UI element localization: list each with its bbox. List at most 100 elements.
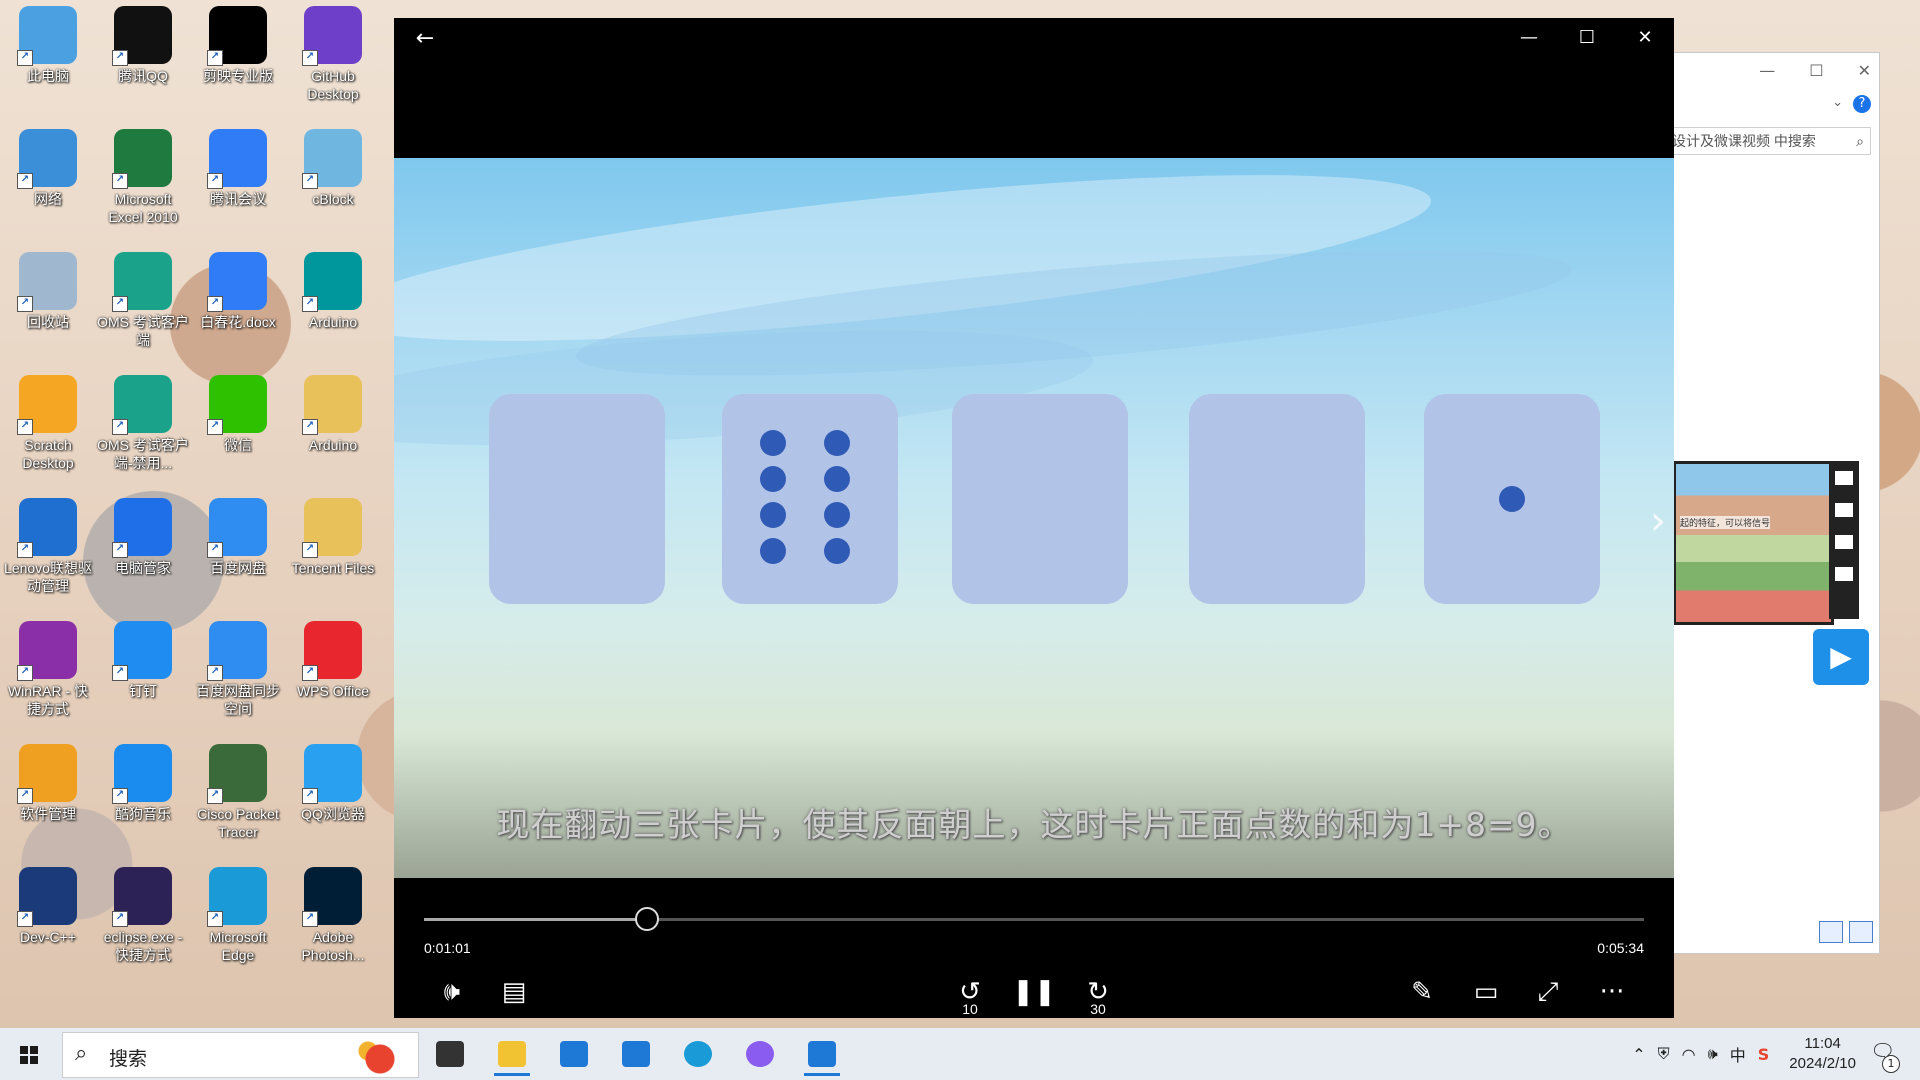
explorer-search-input[interactable]: 设计及微课视频 中搜索 ⌕	[1665, 127, 1871, 155]
wifi-icon[interactable]: ◠	[1682, 1045, 1696, 1064]
taskbar-edge-icon[interactable]	[674, 1032, 722, 1076]
explorer-close-button[interactable]: ✕	[1858, 61, 1871, 80]
desktop-icon[interactable]: ↗ 百度网盘同步空间	[192, 617, 284, 718]
excel-icon: ↗	[112, 129, 172, 189]
captions-icon[interactable]: ▤	[492, 970, 536, 1014]
clock-time: 11:04	[1804, 1035, 1841, 1052]
taskbar-mail-icon[interactable]	[612, 1032, 660, 1076]
desktop-icon[interactable]: ↗ Tencent Files	[287, 494, 379, 577]
clock[interactable]: 11:04 2024/2/10	[1789, 1034, 1856, 1074]
desktop-icon[interactable]: ↗ WinRAR - 快捷方式	[2, 617, 94, 718]
desktop-icon[interactable]: ↗ 软件管理	[2, 740, 94, 823]
skip-forward-button[interactable]: ↻ 30	[1076, 970, 1120, 1016]
desktop-icon[interactable]: ↗ OMS 考试客户端-禁用...	[97, 371, 189, 472]
taskbar-task-view-icon[interactable]	[426, 1032, 474, 1076]
volume-icon[interactable]: 🕪	[430, 970, 474, 1014]
desktop-icon[interactable]: ↗ cBlock	[287, 125, 379, 208]
desktop-icon[interactable]: ↗ eclipse.exe - 快捷方式	[97, 863, 189, 964]
help-icon[interactable]: ?	[1853, 95, 1871, 113]
skip-back-button[interactable]: ↺ 10	[948, 970, 992, 1016]
desktop-icon[interactable]: ↗ Microsoft Edge	[192, 863, 284, 964]
desktop-icon[interactable]: ↗ 电脑管家	[97, 494, 189, 577]
desktop-icon[interactable]: ↗ 剪映专业版	[192, 2, 284, 85]
start-button[interactable]	[0, 1028, 58, 1080]
shortcut-arrow-icon: ↗	[207, 911, 223, 927]
desktop-icon[interactable]: ↗ Scratch Desktop	[2, 371, 94, 472]
taskbar-copilot-icon[interactable]	[736, 1032, 784, 1076]
close-button[interactable]: ✕	[1616, 18, 1674, 58]
security-icon[interactable]: ⛨	[1658, 1044, 1670, 1064]
desktop-icon[interactable]: ↗ 回收站	[2, 248, 94, 331]
explorer-maximize-button[interactable]: ☐	[1809, 61, 1823, 80]
network-icon: ↗	[17, 129, 77, 189]
shortcut-arrow-icon: ↗	[207, 788, 223, 804]
desktop-icon[interactable]: ↗ 腾讯QQ	[97, 2, 189, 85]
pause-icon[interactable]: ❚❚	[1012, 970, 1056, 1014]
desktop-icon[interactable]: ↗ 此电脑	[2, 2, 94, 85]
back-button[interactable]: ←	[410, 24, 440, 54]
notification-icon[interactable]: 🗨 1	[1870, 1039, 1900, 1073]
speaker-icon[interactable]: 🕪	[1708, 1044, 1718, 1064]
desktop-icon[interactable]: ↗ WPS Office	[287, 617, 379, 700]
desktop-icon-label: Dev-C++	[19, 929, 77, 945]
baidu-sync-icon: ↗	[207, 621, 267, 681]
maximize-button[interactable]: ☐	[1558, 18, 1616, 58]
desktop-icon[interactable]: ↗ Arduino	[287, 248, 379, 331]
video-frame[interactable]: 现在翻动三张卡片，使其反面朝上，这时卡片正面点数的和为1+8=9。 ›	[394, 158, 1674, 878]
ime-indicator[interactable]: 中	[1730, 1042, 1746, 1066]
chevron-down-icon[interactable]: ⌄	[1832, 95, 1843, 110]
desktop-icon[interactable]: ↗ Lenovo联想驱动管理	[2, 494, 94, 595]
dot-card	[952, 394, 1128, 604]
details-view-button[interactable]	[1819, 921, 1843, 943]
chevron-right-icon[interactable]: ›	[1650, 498, 1666, 544]
edge-icon: ↗	[207, 867, 267, 927]
wps-doc-icon: ↗	[207, 252, 267, 312]
desktop-icon[interactable]: ↗ Arduino	[287, 371, 379, 454]
desktop-icon[interactable]: ↗ Dev-C++	[2, 863, 94, 946]
shortcut-arrow-icon: ↗	[112, 419, 128, 435]
desktop-icon[interactable]: ↗ 钉钉	[97, 617, 189, 700]
minimize-button[interactable]: —	[1500, 18, 1558, 58]
taskbar-movies-tv-icon[interactable]	[798, 1032, 846, 1076]
search-icon: ⌕	[1856, 133, 1864, 149]
large-icons-view-button[interactable]	[1849, 921, 1873, 943]
desktop-icon[interactable]: ↗ Adobe Photosh...	[287, 863, 379, 964]
more-options-button[interactable]: ···	[1590, 970, 1634, 1014]
explorer-minimize-button[interactable]: —	[1759, 61, 1775, 80]
desktop-icon[interactable]: ↗ QQ浏览器	[287, 740, 379, 823]
taskbar-search-box[interactable]: ⌕ 搜索	[62, 1032, 419, 1078]
pencil-icon[interactable]: ✎	[1400, 970, 1444, 1014]
sogou-icon[interactable]: S	[1758, 1045, 1770, 1064]
desktop-icon[interactable]: ↗ 网络	[2, 125, 94, 208]
chevron-up-icon[interactable]: ⌃	[1632, 1045, 1645, 1064]
mini-view-icon[interactable]: ▭	[1464, 970, 1508, 1014]
desktop-icon[interactable]: ↗ Cisco Packet Tracer	[192, 740, 284, 841]
video-thumbnail[interactable]: 起的特征，可以将信号	[1673, 461, 1834, 625]
seek-thumb[interactable]	[634, 907, 659, 931]
file-explorer-window[interactable]: — ☐ ✕ ⌄ ? 设计及微课视频 中搜索 ⌕ 起的特征，可以将信号 ▶	[1660, 52, 1880, 954]
taskbar-file-explorer-icon[interactable]	[488, 1032, 536, 1076]
desktop-icon[interactable]: ↗ OMS 考试客户端	[97, 248, 189, 349]
desktop-icon-label: 酷狗音乐	[115, 806, 171, 822]
desktop-icon-label: Cisco Packet Tracer	[197, 806, 279, 840]
desktop-icon[interactable]: ↗ Microsoft Excel 2010	[97, 125, 189, 226]
seek-bar[interactable]	[424, 907, 1644, 931]
shortcut-arrow-icon: ↗	[112, 788, 128, 804]
eclipse-icon: ↗	[112, 867, 172, 927]
shortcut-arrow-icon: ↗	[112, 542, 128, 558]
desktop-icon[interactable]: ↗ 白春花.docx	[192, 248, 284, 331]
desktop-icon[interactable]: ↗ GitHub Desktop	[287, 2, 379, 103]
video-play-icon[interactable]: ▶	[1813, 629, 1869, 685]
windows-logo-icon	[20, 1046, 38, 1064]
fullscreen-icon[interactable]: ⤢	[1526, 970, 1570, 1014]
baidu-netdisk-icon: ↗	[207, 498, 267, 558]
desktop-icon[interactable]: ↗ 百度网盘	[192, 494, 284, 577]
video-player-window: ← — ☐ ✕ 现在翻动三张卡片，使其反面朝上，这时卡片正面点数的和为1+8=9…	[394, 18, 1674, 1018]
desktop-icon[interactable]: ↗ 微信	[192, 371, 284, 454]
desktop-icon[interactable]: ↗ 酷狗音乐	[97, 740, 189, 823]
desktop-icon-label: Microsoft Edge	[209, 929, 267, 963]
taskbar-microsoft-store-icon[interactable]	[550, 1032, 598, 1076]
shortcut-arrow-icon: ↗	[302, 788, 318, 804]
desktop-icon[interactable]: ↗ 腾讯会议	[192, 125, 284, 208]
desktop-icon-label: 钉钉	[129, 683, 157, 699]
